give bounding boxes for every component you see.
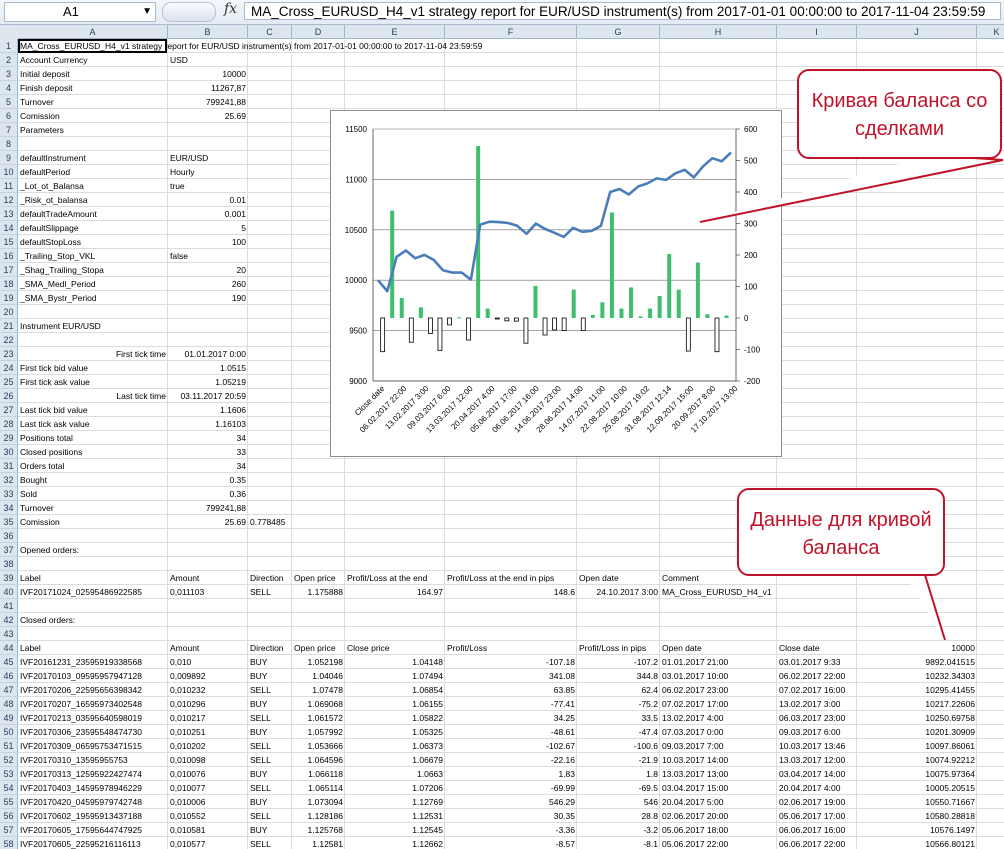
callout-pointer-balance-data: [905, 574, 946, 641]
callout-balance-data: Данные для кривой баланса: [737, 488, 945, 576]
callout-balance-curve: Кривая баланса со сделками: [797, 69, 1002, 159]
callout-pointer-balance-curve: [699, 154, 1004, 223]
